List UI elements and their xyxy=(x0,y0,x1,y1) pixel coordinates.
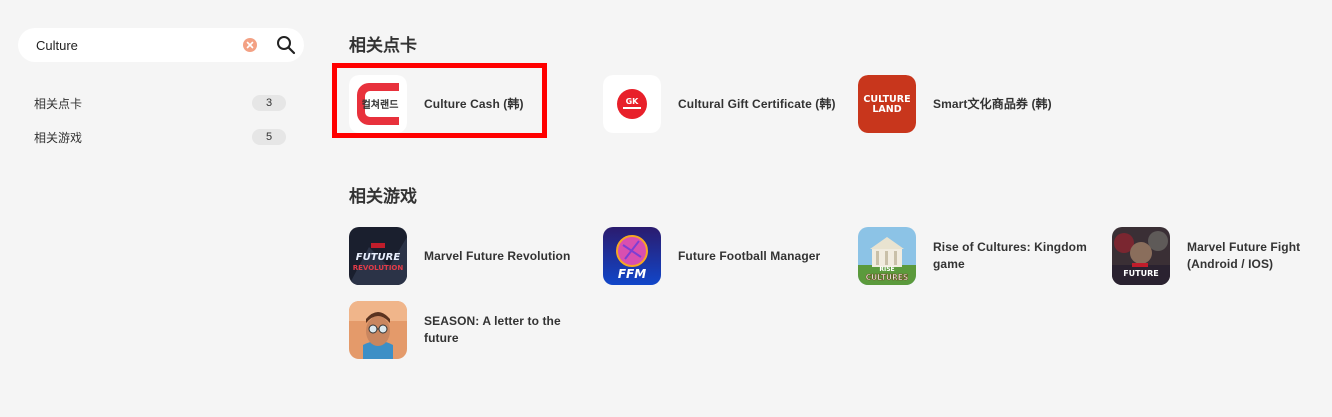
card-item-culture-land[interactable]: CULTURE LAND Smart文化商品券 (韩) xyxy=(858,75,1098,133)
close-icon xyxy=(246,41,254,49)
cultural-gift-logo: GK xyxy=(603,75,661,133)
svg-text:CULTURES: CULTURES xyxy=(866,273,909,282)
card-item-cultural-gift[interactable]: GK Cultural Gift Certificate (韩) xyxy=(603,75,843,133)
count-badge: 5 xyxy=(252,129,286,145)
game-name: Marvel Future Fight (Android / IOS) xyxy=(1187,240,1301,271)
marvel-future-revolution-art: FUTURE REVOLUTION xyxy=(349,227,407,285)
card-name: Cultural Gift Certificate (韩) xyxy=(678,96,836,111)
season-art xyxy=(349,301,407,359)
search-button[interactable] xyxy=(275,34,297,56)
svg-text:FFM: FFM xyxy=(618,267,646,281)
svg-text:FUTURE: FUTURE xyxy=(356,252,401,263)
search-box xyxy=(18,28,304,62)
game-item-marvel-future-revolution[interactable]: FUTURE REVOLUTION Marvel Future Revoluti… xyxy=(349,227,589,285)
svg-text:REVOLUTION: REVOLUTION xyxy=(353,264,404,272)
svg-text:컬쳐랜드: 컬쳐랜드 xyxy=(362,98,399,111)
sidebar-item-label: 相关点卡 xyxy=(34,96,83,111)
game-item-future-football-manager[interactable]: FFM Future Football Manager xyxy=(603,227,843,285)
game-name: Rise of Cultures: Kingdom game xyxy=(933,240,1087,271)
culture-land-logo: CULTURE LAND xyxy=(858,75,916,133)
count-badge: 3 xyxy=(252,95,286,111)
svg-text:GK: GK xyxy=(626,97,640,106)
svg-text:FUTURE: FUTURE xyxy=(1123,269,1159,278)
sidebar-item-games[interactable]: 相关游戏 5 xyxy=(34,127,286,147)
rise-of-cultures-art: RISE CULTURES xyxy=(858,227,916,285)
clear-search-button[interactable] xyxy=(243,38,257,52)
game-item-marvel-future-fight[interactable]: FUTURE Marvel Future Fight (Android / IO… xyxy=(1112,227,1332,285)
game-item-season[interactable]: SEASON: A letter to the future xyxy=(349,301,589,359)
sidebar-item-cards[interactable]: 相关点卡 3 xyxy=(34,93,286,113)
section-title-games: 相关游戏 xyxy=(349,187,417,206)
svg-text:LAND: LAND xyxy=(872,104,901,115)
svg-text:RISE: RISE xyxy=(879,266,894,273)
search-icon xyxy=(277,36,296,55)
game-item-rise-of-cultures[interactable]: RISE CULTURES Rise of Cultures: Kingdom … xyxy=(858,227,1098,285)
sidebar-item-label: 相关游戏 xyxy=(34,130,83,145)
game-name: SEASON: A letter to the future xyxy=(424,314,561,345)
search-input[interactable] xyxy=(36,30,241,60)
culture-cash-logo: 컬쳐랜드 xyxy=(349,75,407,133)
card-name: Culture Cash (韩) xyxy=(424,96,524,111)
marvel-future-fight-art: FUTURE xyxy=(1112,227,1170,285)
card-name: Smart文化商品券 (韩) xyxy=(933,96,1052,111)
game-name: Future Football Manager xyxy=(678,248,821,263)
future-football-manager-art: FFM xyxy=(603,227,661,285)
game-name: Marvel Future Revolution xyxy=(424,248,571,263)
card-item-culture-cash[interactable]: 컬쳐랜드 Culture Cash (韩) xyxy=(349,75,589,133)
section-title-cards: 相关点卡 xyxy=(349,36,417,55)
